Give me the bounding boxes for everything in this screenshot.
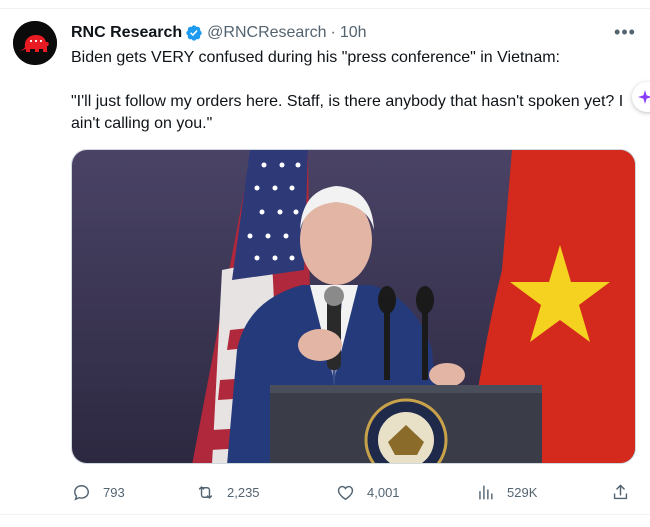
reply-count: 793 [103, 484, 125, 500]
retweet-icon [198, 485, 213, 499]
reply-icon [74, 484, 89, 500]
tweet-quote-text: "I'll just follow my orders here. Staff,… [71, 93, 624, 132]
like-count: 4,001 [367, 484, 400, 500]
grok-button[interactable] [632, 82, 650, 112]
grok-sparkle-icon [638, 90, 650, 104]
retweet-count: 2,235 [227, 484, 260, 500]
like-icon [337, 485, 354, 500]
author-name[interactable]: RNC Research [71, 24, 182, 42]
avatar[interactable] [13, 21, 57, 65]
tweet-media[interactable] [71, 149, 636, 464]
timestamp[interactable]: 10h [340, 24, 367, 42]
more-icon: ••• [614, 21, 636, 42]
share-icon [613, 484, 628, 499]
video-still [72, 150, 635, 463]
separator-dot: · [330, 24, 336, 41]
top-divider [0, 8, 650, 9]
retweet-button[interactable]: 2,235 [196, 480, 260, 504]
action-bar: 793 2,235 4,001 529K [0, 480, 650, 504]
views-icon [479, 484, 493, 500]
tweet-text: Biden gets VERY confused during his "pre… [71, 47, 627, 135]
gop-elephant-logo [13, 21, 57, 65]
views-count: 529K [507, 484, 538, 500]
reply-button[interactable]: 793 [72, 480, 125, 504]
bottom-divider [0, 514, 650, 515]
podium [270, 385, 542, 463]
share-button[interactable] [611, 480, 630, 504]
views-button[interactable]: 529K [476, 480, 537, 504]
tweet-header: RNC Research @RNCResearch · 10h [71, 23, 367, 43]
tweet-text-line: Biden gets VERY confused during his "pre… [71, 49, 560, 66]
more-button[interactable]: ••• [614, 22, 636, 42]
verified-badge-icon [186, 25, 202, 41]
author-handle[interactable]: @RNCResearch [207, 24, 326, 42]
like-button[interactable]: 4,001 [336, 480, 400, 504]
